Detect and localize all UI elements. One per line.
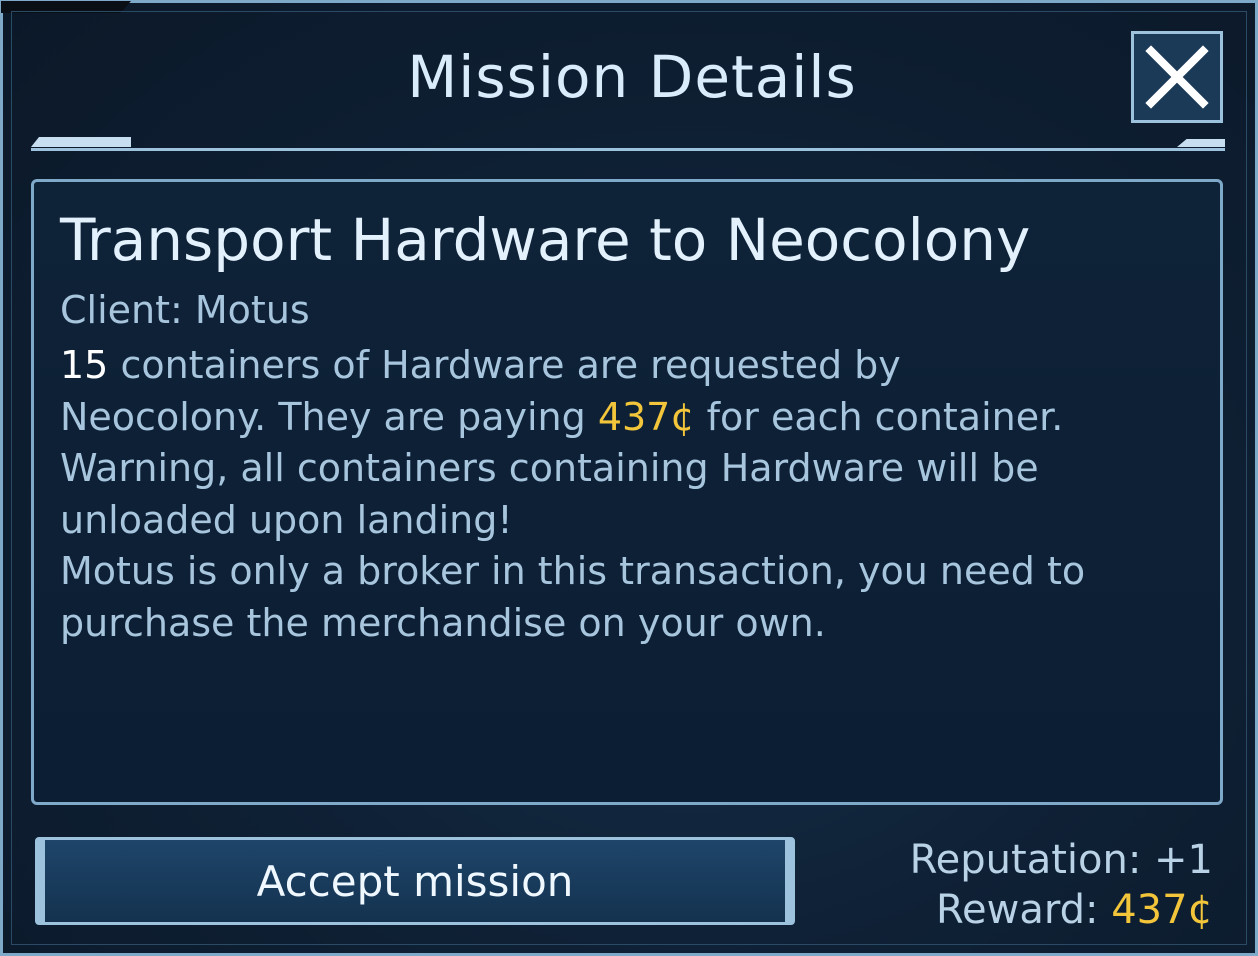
client-label: Client: Motus [60,288,310,332]
frame-corner-notch [1,1,131,13]
reputation-label: Reputation: +1 [909,837,1213,883]
broker-note: Motus is only a broker in this transacti… [60,549,1086,645]
container-count: 15 [60,343,109,387]
reward-label: Reward: [936,887,1112,933]
reward-line: Reward: 437¢ [910,885,1213,935]
rewards-summary: Reputation: +1 Reward: 437¢ [910,835,1213,935]
accept-mission-button[interactable]: Accept mission [35,837,795,925]
price-per-container: 437¢ [597,394,695,439]
reward-value: 437¢ [1111,887,1213,933]
warning-text: Warning, all containers containing Hardw… [60,446,1039,542]
window-title: Mission Details [407,43,857,111]
header-divider-tab-right [1177,139,1225,147]
mission-description-panel: Transport Hardware to Neocolony Client: … [31,179,1223,805]
header-divider-tab-left [31,137,131,147]
mission-description: 15 containers of Hardware are requested … [60,340,1190,649]
header-divider-bar [31,148,1225,151]
mission-title: Transport Hardware to Neocolony [60,206,1031,274]
header-divider [31,137,1225,151]
close-icon [1145,45,1209,109]
description-line1: containers of Hardware are requested by [108,343,901,387]
mission-details-window: Mission Details Transport Hardware to Ne… [0,0,1258,956]
accept-mission-label: Accept mission [256,856,574,906]
description-line2-post: for each container. [694,394,1064,439]
close-button[interactable] [1131,31,1223,123]
description-line2-pre: Neocolony. They are paying [60,394,598,439]
